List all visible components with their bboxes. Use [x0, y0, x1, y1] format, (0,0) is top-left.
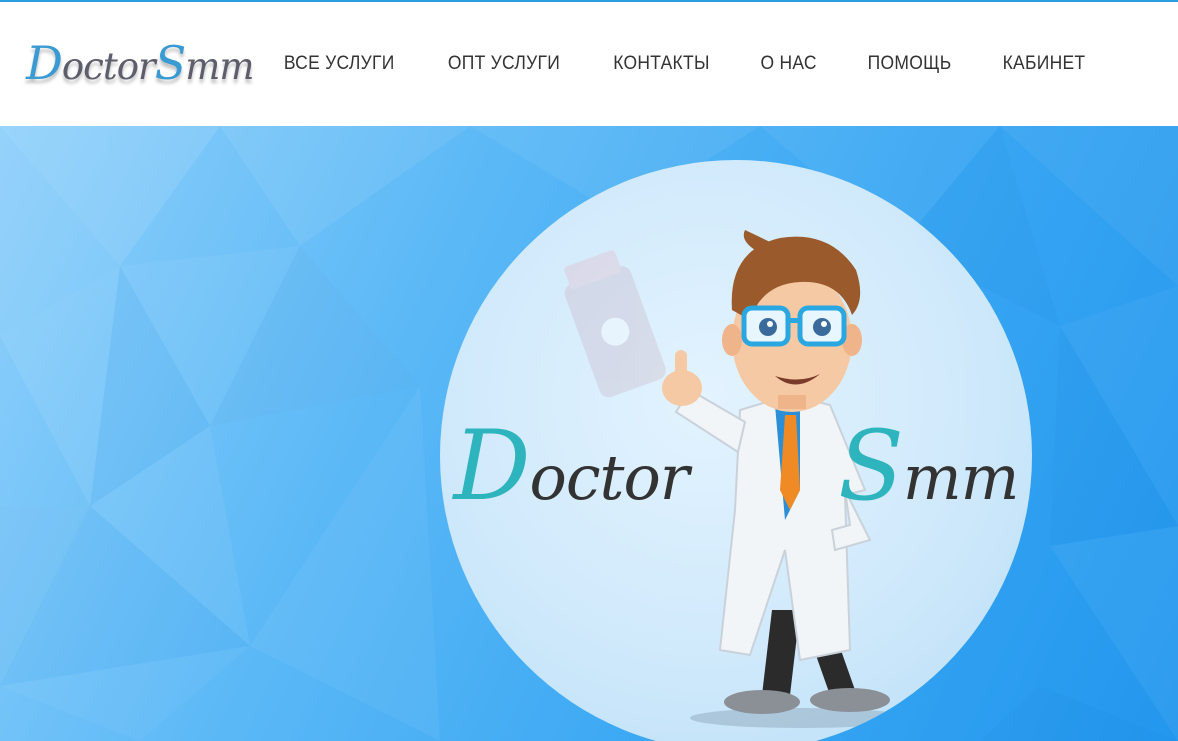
hero-banner: Doctor Smm [0, 126, 1178, 741]
medicine-bottle-icon [564, 250, 666, 398]
hero-circle: Doctor Smm [440, 160, 1032, 741]
main-nav: ВСЕ УСЛУГИ ОПТ УСЛУГИ КОНТАКТЫ О НАС ПОМ… [257, 2, 1111, 126]
hero-title-word-2: mm [902, 441, 1020, 514]
logo-link[interactable]: DoctorSmm [22, 30, 254, 96]
hero-title-word-1: octor [529, 441, 690, 514]
nav-contacts[interactable]: КОНТАКТЫ [593, 53, 730, 75]
nav-all-services[interactable]: ВСЕ УСЛУГИ [264, 53, 415, 75]
hero-logo-title: Doctor Smm [453, 410, 1020, 522]
site-header: DoctorSmm ВСЕ УСЛУГИ ОПТ УСЛУГИ КОНТАКТЫ… [0, 2, 1178, 126]
nav-wholesale-services[interactable]: ОПТ УСЛУГИ [428, 53, 581, 75]
logo-text: DoctorSmm [26, 36, 254, 90]
nav-cabinet[interactable]: КАБИНЕТ [982, 53, 1105, 75]
logo-word-2: mm [185, 45, 254, 88]
nav-help[interactable]: ПОМОЩЬ [847, 53, 971, 75]
nav-about[interactable]: О НАС [740, 53, 837, 75]
logo-word-1: octor [61, 45, 156, 88]
